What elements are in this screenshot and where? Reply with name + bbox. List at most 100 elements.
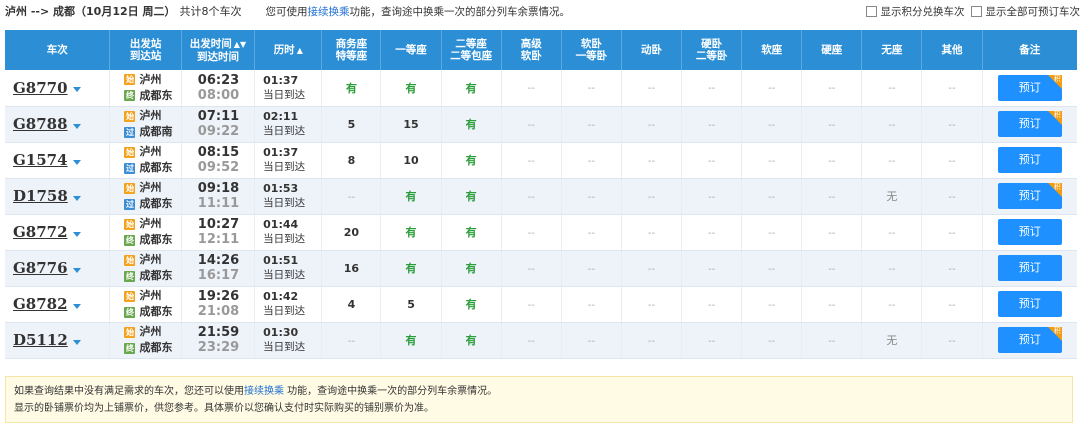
remark-cell: 预订	[982, 142, 1077, 179]
departure-time: 08:15	[197, 145, 240, 160]
train-number[interactable]: G8770	[13, 79, 68, 97]
from-station[interactable]: 泸州	[139, 288, 161, 304]
sort-arrow-icon[interactable]: ▲	[297, 46, 303, 55]
column-header: 二等座 二等包座	[441, 30, 502, 70]
seat-cell[interactable]: 有	[441, 250, 502, 287]
seat-cell[interactable]: 有	[380, 250, 442, 287]
seat-cell[interactable]: 有	[380, 214, 442, 251]
train-number[interactable]: G1574	[13, 151, 68, 169]
chevron-down-icon[interactable]	[72, 303, 81, 309]
book-button[interactable]: 预订 积	[997, 111, 1062, 137]
book-button[interactable]: 预订	[997, 147, 1062, 173]
from-station[interactable]: 泸州	[139, 180, 161, 196]
seat-cell[interactable]: 8	[321, 142, 382, 179]
chevron-down-icon[interactable]	[72, 159, 81, 165]
to-station[interactable]: 成都东	[139, 304, 172, 320]
seat-availability: --	[707, 83, 716, 95]
seat-cell[interactable]: 10	[380, 142, 442, 179]
times-cell: 21:59 23:29	[181, 322, 256, 359]
to-station[interactable]: 成都东	[139, 88, 172, 104]
chevron-down-icon[interactable]	[72, 87, 81, 93]
seat-cell[interactable]: 16	[321, 250, 382, 287]
seat-cell: --	[501, 178, 562, 215]
chevron-down-icon[interactable]	[72, 231, 81, 237]
book-button-label: 预订	[1018, 261, 1041, 274]
seat-availability: --	[707, 335, 716, 347]
seat-cell[interactable]: 有	[441, 178, 502, 215]
seat-cell[interactable]: 有	[441, 106, 502, 143]
to-station[interactable]: 成都南	[139, 124, 172, 140]
seat-cell: --	[741, 106, 803, 143]
to-station[interactable]: 成都东	[139, 340, 172, 356]
duration: 02:11	[263, 110, 299, 123]
column-header[interactable]: 出发时间 ▲▼ 到达时间	[181, 30, 256, 70]
from-station[interactable]: 泸州	[139, 108, 161, 124]
seat-cell[interactable]: 有	[441, 142, 502, 179]
column-header: 硬卧 二等卧	[681, 30, 743, 70]
chevron-down-icon[interactable]	[72, 195, 81, 201]
train-number[interactable]: D5112	[13, 331, 68, 349]
seat-availability: --	[647, 83, 656, 95]
from-station[interactable]: 泸州	[139, 252, 161, 268]
from-station[interactable]: 泸州	[139, 324, 161, 340]
seat-cell: --	[501, 322, 562, 359]
seat-availability: --	[768, 263, 776, 275]
from-station[interactable]: 泸州	[139, 72, 161, 88]
to-station[interactable]: 成都东	[139, 160, 172, 176]
chevron-down-icon[interactable]	[72, 339, 81, 345]
seat-cell[interactable]: 有	[380, 178, 442, 215]
notice-transfer-link[interactable]: 接续换乘	[244, 386, 284, 397]
train-cell: G8770	[5, 70, 111, 107]
train-number[interactable]: G8788	[13, 115, 68, 133]
seat-cell[interactable]: 有	[380, 70, 442, 107]
train-number[interactable]: G8782	[13, 295, 68, 313]
to-station[interactable]: 成都东	[139, 268, 172, 284]
all-bookable-label[interactable]: 显示全部可预订车次	[986, 4, 1080, 19]
chevron-down-icon[interactable]	[72, 267, 81, 273]
seat-cell: --	[681, 70, 743, 107]
from-station[interactable]: 泸州	[139, 144, 161, 160]
transfer-link[interactable]: 接续换乘	[307, 6, 349, 18]
seat-availability: --	[587, 119, 595, 131]
book-button[interactable]: 预订	[997, 219, 1062, 245]
book-button[interactable]: 预订	[997, 255, 1062, 281]
to-station[interactable]: 成都东	[139, 196, 172, 212]
seat-availability: --	[347, 191, 356, 203]
train-number[interactable]: G8776	[13, 259, 68, 277]
chevron-down-icon[interactable]	[72, 123, 81, 129]
seat-cell[interactable]: 有	[380, 322, 442, 359]
seat-cell: --	[681, 250, 743, 287]
seat-availability: --	[647, 119, 656, 131]
train-cell: G1574	[5, 142, 111, 179]
points-train-checkbox[interactable]	[865, 5, 877, 17]
book-button[interactable]: 预订 积	[997, 183, 1062, 209]
points-train-label[interactable]: 显示积分兑换车次	[881, 4, 965, 19]
seat-cell[interactable]: 5	[321, 106, 382, 143]
train-number[interactable]: D1758	[13, 187, 68, 205]
column-header-line1: 高级	[520, 38, 542, 50]
to-station[interactable]: 成都东	[139, 232, 172, 248]
train-number[interactable]: G8772	[13, 223, 68, 241]
seat-cell[interactable]: 有	[441, 286, 502, 323]
seat-cell[interactable]: 5	[380, 286, 442, 323]
column-header: 硬座	[801, 30, 863, 70]
seat-cell[interactable]: 4	[321, 286, 382, 323]
book-button[interactable]: 预订	[997, 291, 1062, 317]
column-header[interactable]: 历时 ▲	[254, 30, 323, 70]
seat-cell[interactable]: 20	[321, 214, 382, 251]
seat-cell[interactable]: 有	[441, 322, 502, 359]
seat-cell[interactable]: 15	[380, 106, 442, 143]
seat-cell: --	[501, 286, 562, 323]
start-station-icon: 始	[124, 146, 136, 158]
sort-arrow-icon[interactable]: ▲▼	[234, 40, 246, 49]
seat-cell[interactable]: 有	[321, 70, 382, 107]
from-station[interactable]: 泸州	[139, 216, 161, 232]
table-body: G8770 始泸州终成都东 06:23 08:00 01:37 当日到达有有有 -- -- --…	[5, 70, 1077, 359]
book-button[interactable]: 预订 积	[997, 74, 1062, 101]
all-bookable-checkbox[interactable]	[970, 5, 982, 17]
book-button[interactable]: 预订 积	[997, 327, 1062, 353]
seat-cell[interactable]: 有	[441, 214, 502, 251]
seat-cell: --	[561, 250, 622, 287]
seat-cell: --	[681, 214, 743, 251]
seat-cell[interactable]: 有	[441, 70, 502, 107]
